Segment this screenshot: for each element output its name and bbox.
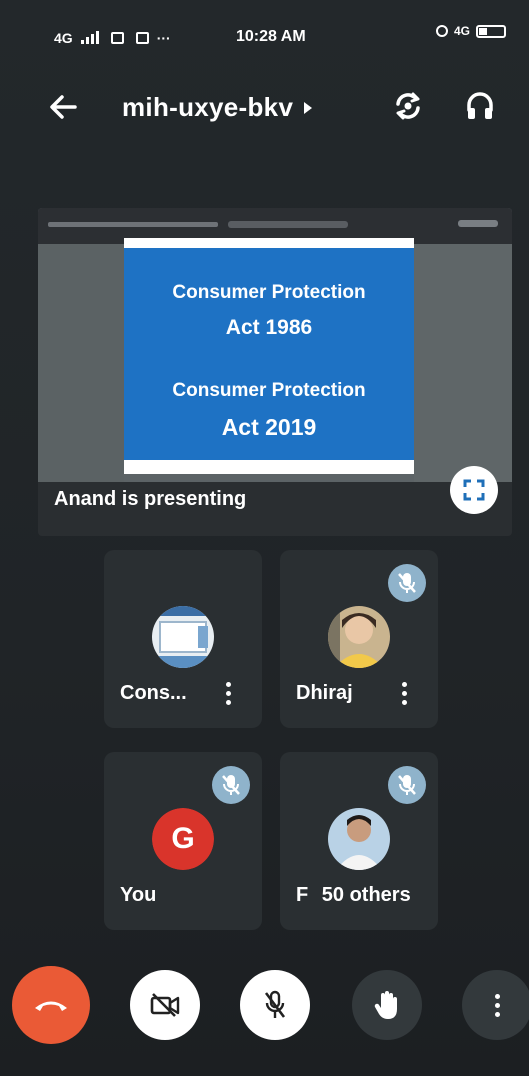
meet-call-screen: 4G ··· 10:28 AM 4G mih-uxye-bkv Consumer… (0, 0, 529, 1076)
mic-off-icon (222, 775, 240, 795)
mic-off-icon (398, 573, 416, 593)
switch-camera-button[interactable] (390, 88, 426, 124)
participant-tile[interactable]: G You (104, 752, 262, 930)
mute-badge (212, 766, 250, 804)
status-left: 4G ··· (54, 30, 171, 46)
others-count: 50 others (321, 884, 411, 906)
avatar-letter: G (152, 808, 214, 870)
notification-icon-2 (135, 32, 149, 44)
participant-menu-button[interactable] (394, 676, 414, 710)
battery-icon (476, 24, 507, 38)
mic-toggle-button[interactable] (240, 970, 310, 1040)
signal-icon (80, 31, 99, 44)
more-options-button[interactable] (462, 970, 529, 1040)
headphones-icon (467, 92, 493, 119)
back-arrow-icon (50, 95, 77, 119)
mute-badge (388, 766, 426, 804)
mic-off-icon (398, 775, 416, 795)
participant-name: You (120, 884, 157, 906)
alarm-icon (436, 25, 448, 37)
shared-screen: Consumer Protection Act 1986 Consumer Pr… (38, 208, 512, 482)
video-off-icon (150, 993, 180, 1017)
participant-name: Cons... (120, 682, 187, 704)
more-vertical-icon (494, 993, 500, 1017)
chevron-right-icon (304, 101, 313, 114)
hand-icon (374, 991, 397, 1019)
slide-line: Consumer Protection (172, 380, 366, 401)
more-notifications: ··· (156, 30, 171, 46)
network-label: 4G (54, 30, 73, 46)
slide-line: Act 2019 (221, 414, 317, 440)
participant-menu-button[interactable] (218, 676, 238, 710)
phone-hangup-icon (35, 1001, 67, 1011)
fullscreen-button[interactable] (450, 466, 498, 514)
meeting-code: mih-uxye-bkv (122, 92, 294, 122)
participant-tile[interactable]: Dhiraj (280, 550, 438, 728)
mute-badge (388, 564, 426, 602)
participant-tile[interactable]: Cons... (104, 550, 262, 728)
avatar: G (152, 808, 214, 870)
end-call-button[interactable] (12, 966, 90, 1044)
slide-content: Consumer Protection Act 1986 Consumer Pr… (124, 248, 414, 460)
participant-name: F 50 others (296, 884, 411, 907)
network-label-right: 4G (454, 24, 471, 38)
switch-camera-icon (396, 92, 420, 120)
back-button[interactable] (46, 90, 80, 124)
top-bar: mih-uxye-bkv (0, 78, 529, 138)
audio-output-button[interactable] (462, 88, 498, 124)
status-time: 10:28 AM (236, 28, 306, 45)
avatar (152, 606, 214, 668)
participant-name: Dhiraj (296, 682, 353, 704)
avatar (328, 606, 390, 668)
presenting-label: Anand is presenting (54, 488, 247, 510)
meeting-code-button[interactable]: mih-uxye-bkv (122, 92, 313, 123)
mic-off-icon (264, 990, 286, 1018)
notification-icon (110, 32, 124, 44)
raise-hand-button[interactable] (352, 970, 422, 1040)
status-bar: 4G ··· 10:28 AM 4G (0, 0, 529, 60)
slide-line: Consumer Protection (172, 282, 366, 303)
status-right: 4G (436, 24, 507, 38)
participant-tile[interactable]: F 50 others (280, 752, 438, 930)
presentation-panel[interactable]: Consumer Protection Act 1986 Consumer Pr… (38, 208, 512, 536)
fullscreen-icon (463, 479, 485, 501)
slide-line: Act 1986 (225, 316, 313, 339)
camera-toggle-button[interactable] (130, 970, 200, 1040)
slide: Consumer Protection Act 1986 Consumer Pr… (124, 238, 414, 474)
avatar (328, 808, 390, 870)
participant-initial: F (296, 884, 309, 906)
